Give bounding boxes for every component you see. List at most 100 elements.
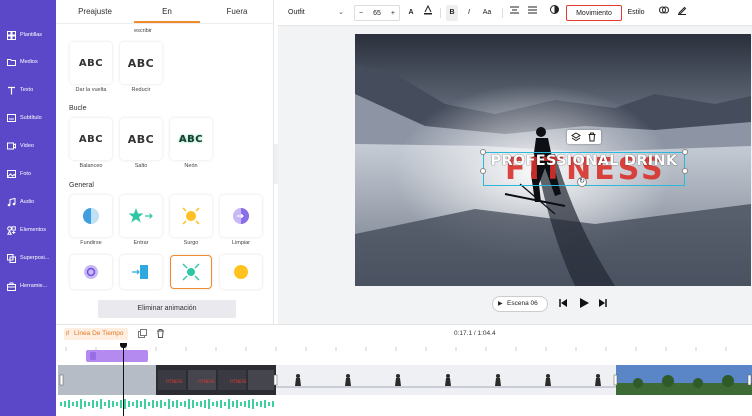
animation-card-fundirse[interactable] <box>70 195 112 237</box>
previous-icon[interactable] <box>558 298 568 310</box>
nav-item-texto[interactable]: Texto <box>6 81 56 99</box>
animation-label: Limpiar <box>231 240 251 246</box>
title-text-overlay[interactable]: PROFESSIONAL DRINK <box>483 152 685 170</box>
animation-preview: ABC <box>127 56 155 70</box>
nav-item-elementos[interactable]: Elementos <box>6 221 56 239</box>
motion-tab[interactable]: Movimiento <box>566 5 622 21</box>
photo-icon <box>6 169 16 179</box>
nav-item-medios[interactable]: Medios <box>6 53 56 71</box>
animation-card-rotate[interactable] <box>70 255 112 289</box>
nav-label: Herramie... <box>20 283 48 289</box>
nav-item-subtitulo[interactable]: Subtítulo <box>6 109 56 127</box>
active-tab-indicator <box>134 21 200 23</box>
resize-handle[interactable] <box>480 149 486 155</box>
nav-item-foto[interactable]: Foto <box>6 165 56 183</box>
animation-label: Neón <box>184 163 198 169</box>
font-family-select[interactable]: Outfit ⌄ <box>286 5 346 21</box>
animation-card-limpiar[interactable] <box>220 195 262 237</box>
text-color-icon[interactable]: A <box>406 5 416 21</box>
nav-item-audio[interactable]: Audio <box>6 193 56 211</box>
subtitle-icon <box>6 113 16 123</box>
tab-preajuste[interactable]: Preajuste <box>64 0 126 24</box>
audio-track[interactable] <box>58 398 276 410</box>
animation-card-entrar[interactable] <box>120 195 162 237</box>
animation-card-zoom[interactable] <box>170 255 212 289</box>
folder-icon <box>6 57 16 67</box>
animation-label: Dar la vuelta <box>75 87 107 93</box>
music-icon <box>6 197 16 207</box>
toolbox-icon <box>6 281 16 291</box>
nav-item-superposi[interactable]: Superposi... <box>6 249 56 267</box>
play-icon[interactable] <box>578 297 590 311</box>
resize-handle[interactable] <box>682 168 688 174</box>
text-clip[interactable] <box>86 350 148 362</box>
svg-text:FITNESS: FITNESS <box>230 379 247 384</box>
nav-item-video[interactable]: Video <box>6 137 56 155</box>
divider <box>502 8 503 18</box>
nav-label: Subtítulo <box>20 115 42 121</box>
style-tab[interactable]: Estilo <box>624 5 648 21</box>
text-toolbar: Outfit ⌄ − 65 + A B I Aa Movimiento Estil… <box>278 0 752 26</box>
video-preview[interactable]: FITNESS PROFESSIONAL DRINK ↻ <box>355 34 751 286</box>
scene-selector[interactable]: ▶ Escena 06 <box>492 296 548 312</box>
timeline-ruler[interactable] <box>56 343 752 353</box>
rotate-icon <box>84 265 98 279</box>
animation-card-salto[interactable]: ABC <box>120 118 162 160</box>
element-mini-toolbar <box>567 130 601 144</box>
timeline-icon: ♯ <box>66 330 70 337</box>
animation-card-neon[interactable]: ABC <box>170 118 212 160</box>
animation-preview: ABC <box>78 133 104 145</box>
trash-icon[interactable] <box>587 132 597 144</box>
font-size-stepper[interactable]: − 65 + <box>354 5 400 21</box>
svg-text:FITNESS: FITNESS <box>166 379 183 384</box>
next-icon[interactable] <box>598 298 608 310</box>
remove-animation-button[interactable]: Eliminar animación <box>98 300 236 318</box>
audio-waveform <box>60 399 274 409</box>
nav-label: Audio <box>20 199 35 205</box>
animation-label: Surgo <box>183 240 199 246</box>
divider <box>440 8 441 18</box>
trash-icon[interactable] <box>156 329 165 340</box>
increase-size-button[interactable]: + <box>391 6 395 22</box>
layers-icon[interactable] <box>571 132 581 144</box>
animation-card-balanceo[interactable]: ABC <box>70 118 112 160</box>
animation-card-pop[interactable] <box>220 255 262 289</box>
animation-label: escribir <box>134 28 152 34</box>
opacity-icon[interactable] <box>548 5 560 21</box>
animation-label: Reducir <box>131 87 151 93</box>
font-size-value[interactable]: 65 <box>373 10 381 17</box>
animation-card-reducir[interactable]: ABC <box>120 42 162 84</box>
animation-preview: ABC <box>78 57 104 69</box>
resize-handle[interactable] <box>682 149 688 155</box>
edit-icon[interactable] <box>676 5 688 21</box>
rotate-handle-icon[interactable]: ↻ <box>577 177 587 187</box>
nav-item-herramientas[interactable]: Herramie... <box>6 277 56 295</box>
video-icon <box>6 141 16 151</box>
timecode: 0:17.1 / 1:04.4 <box>454 330 496 337</box>
nav-item-plantillas[interactable]: Plantillas <box>6 26 56 44</box>
template-icon <box>6 30 16 40</box>
italic-button[interactable]: I <box>464 5 474 21</box>
animation-card-surgo[interactable] <box>170 195 212 237</box>
spacing-icon[interactable] <box>526 5 538 21</box>
clip-handle[interactable] <box>90 352 96 360</box>
playhead-handle[interactable] <box>120 343 127 348</box>
highlight-color-icon[interactable] <box>422 4 434 21</box>
resize-handle[interactable] <box>480 168 486 174</box>
animation-card-dar-la-vuelta[interactable]: ABC <box>70 42 112 84</box>
svg-text:FITNESS: FITNESS <box>198 379 215 384</box>
tab-fuera[interactable]: Fuera <box>206 0 268 24</box>
font-value: Outfit <box>288 9 305 16</box>
align-center-icon[interactable] <box>508 5 520 21</box>
decrease-size-button[interactable]: − <box>359 6 363 22</box>
copy-icon[interactable] <box>138 329 147 340</box>
text-case-button[interactable]: Aa <box>480 5 494 21</box>
playhead[interactable] <box>120 343 127 416</box>
timeline-badge[interactable]: ♯ Línea De Tiempo <box>64 328 128 340</box>
video-track[interactable]: FITNESS FITNESS FITNESS <box>58 365 752 395</box>
animation-card-slide[interactable] <box>120 255 162 289</box>
nav-label: Foto <box>20 171 32 177</box>
bold-button[interactable]: B <box>446 5 458 21</box>
animation-panel: Preajuste En Fuera escribir ABC Dar la v… <box>56 0 274 324</box>
link-icon[interactable] <box>658 5 670 21</box>
